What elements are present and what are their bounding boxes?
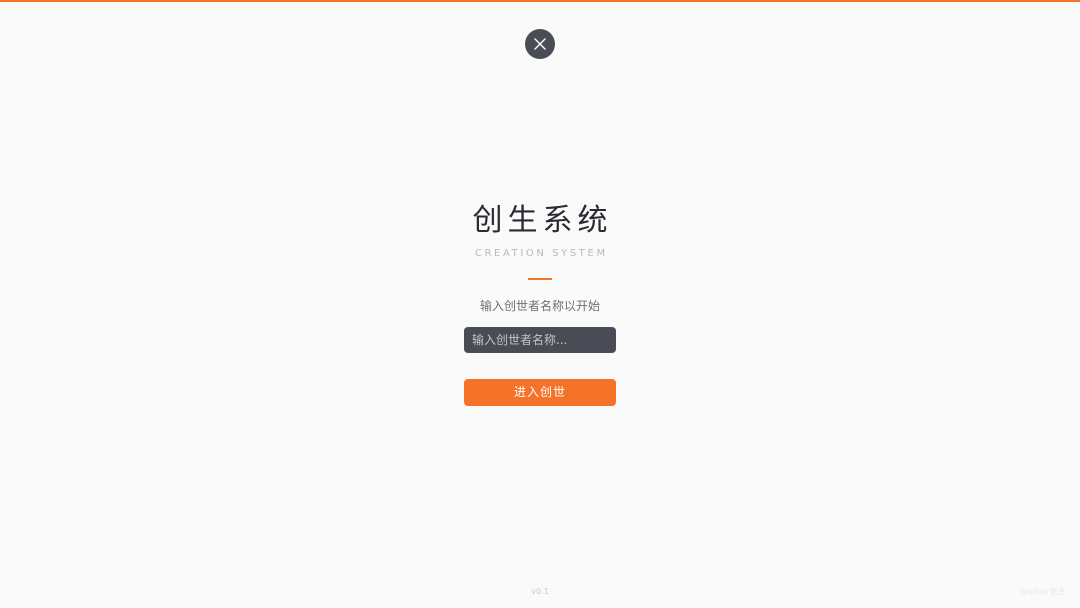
close-icon — [534, 38, 546, 50]
watermark-text: Sophia 创生 — [1020, 587, 1066, 596]
enter-creation-button[interactable]: 进入创世 — [464, 379, 616, 406]
version-label: v0.1 — [531, 587, 549, 596]
page-subtitle: CREATION SYSTEM — [474, 248, 608, 259]
page-title: 创生系统 — [472, 203, 613, 238]
close-button[interactable] — [525, 29, 555, 59]
creator-name-input[interactable] — [464, 327, 616, 353]
instruction-text: 输入创世者名称以开始 — [479, 299, 600, 313]
top-accent-bar — [0, 0, 1080, 2]
title-divider — [528, 278, 552, 280]
